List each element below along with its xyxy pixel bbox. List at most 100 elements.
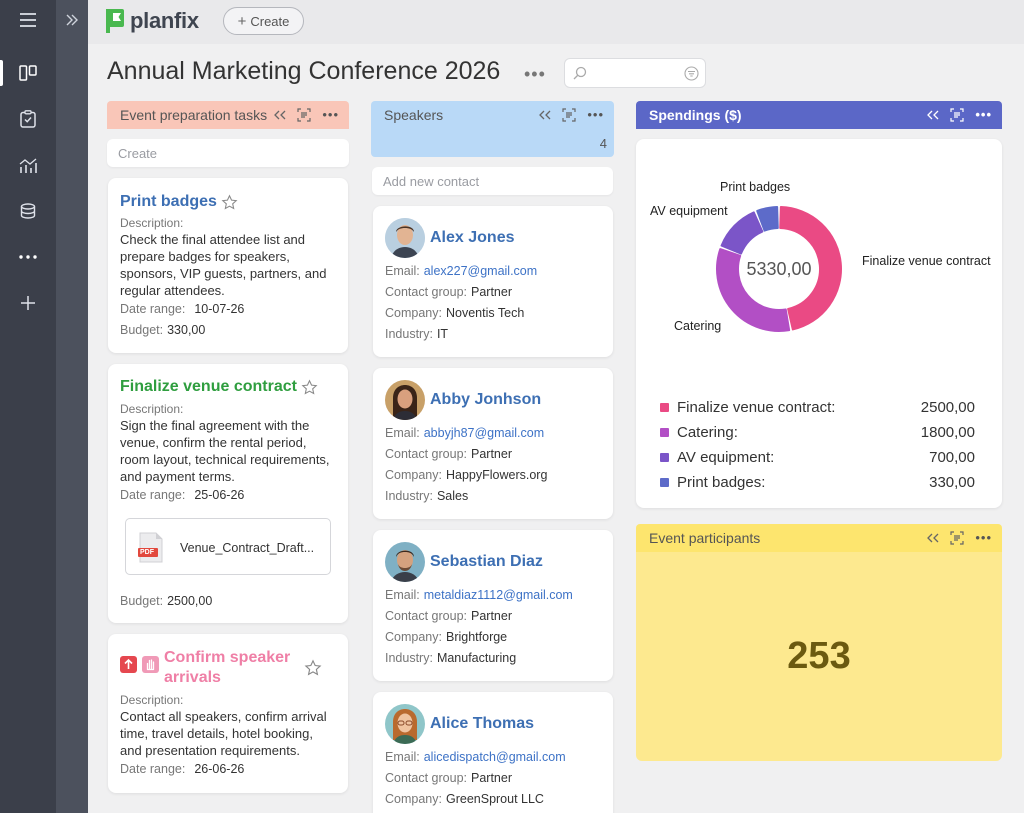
- legend-item: Finalize venue contract: 2500,00: [660, 399, 975, 416]
- legend-value: 1800,00: [920, 424, 975, 441]
- scan-icon[interactable]: [950, 530, 964, 545]
- budget-row: Budget: 330,00: [120, 323, 206, 337]
- task-card[interactable]: Print badges Description: Check the fina…: [108, 178, 348, 353]
- database-icon[interactable]: [16, 199, 40, 223]
- title-more-icon[interactable]: •••: [524, 64, 546, 85]
- more-icon[interactable]: [16, 245, 40, 269]
- column-more-icon[interactable]: •••: [322, 107, 339, 122]
- collapse-icon[interactable]: [274, 110, 286, 120]
- left-nav-rail: [0, 0, 56, 813]
- task-card[interactable]: Finalize venue contract Description: Sig…: [108, 364, 348, 623]
- legend-item: Print badges: 330,00: [660, 474, 975, 491]
- scan-icon[interactable]: [950, 107, 964, 122]
- task-card[interactable]: Confirm speaker arrivals Description: Co…: [108, 634, 348, 793]
- secondary-rail: [56, 0, 88, 813]
- task-title[interactable]: Print badges: [120, 192, 217, 212]
- slice-label: Catering: [674, 319, 721, 333]
- board-icon[interactable]: [16, 61, 40, 85]
- spendings-chart-card: Finalize venue contract Catering AV equipm…: [636, 139, 1002, 508]
- description-label: Description:: [120, 402, 184, 416]
- email-link[interactable]: metaldiaz1112@gmail.com: [424, 588, 573, 602]
- legend-value: 330,00: [929, 474, 975, 491]
- contact-name[interactable]: Abby Jonhson: [430, 391, 541, 409]
- add-contact-input[interactable]: Add new contact: [372, 167, 613, 195]
- tasks-icon[interactable]: [16, 107, 40, 131]
- donut-total-label: 5330,00: [746, 259, 811, 279]
- email-link[interactable]: alex227@gmail.com: [424, 264, 537, 278]
- column-title: Spendings ($): [649, 107, 742, 123]
- avatar: [385, 542, 425, 582]
- contact-name[interactable]: Sebastian Diaz: [430, 553, 543, 571]
- scan-icon[interactable]: [562, 107, 576, 122]
- legend-label: Print badges:: [677, 474, 766, 491]
- column-more-icon[interactable]: •••: [975, 107, 992, 122]
- company-row: Company: Noventis Tech: [385, 306, 525, 320]
- email-link[interactable]: alicedispatch@gmail.com: [424, 750, 566, 764]
- group-row: Contact group: Partner: [385, 285, 512, 299]
- collapse-icon[interactable]: [927, 533, 939, 543]
- contact-card[interactable]: Alex Jones Email: alex227@gmail.com Conta…: [373, 206, 613, 357]
- contact-card[interactable]: Alice Thomas Email: alicedispatch@gmail.c…: [373, 692, 613, 813]
- logo-icon: [106, 9, 124, 33]
- pdf-file-icon: PDF: [138, 532, 164, 563]
- star-icon[interactable]: [304, 659, 322, 677]
- star-icon[interactable]: [301, 379, 318, 396]
- attachment-file[interactable]: PDF Venue_Contract_Draft...: [125, 518, 331, 575]
- menu-icon[interactable]: [16, 8, 40, 32]
- filter-icon[interactable]: [684, 66, 699, 81]
- contact-card[interactable]: Sebastian Diaz Email: metaldiaz1112@gmail…: [373, 530, 613, 681]
- avatar: [385, 380, 425, 420]
- participants-panel: 253: [636, 552, 1002, 761]
- contact-name[interactable]: Alex Jones: [430, 229, 514, 247]
- industry-row: Industry: Manufacturing: [385, 651, 517, 665]
- column-title: Event preparation tasks: [120, 107, 268, 123]
- slice-label: Print badges: [720, 180, 790, 194]
- page-title: Annual Marketing Conference 2026: [107, 57, 501, 85]
- group-row: Contact group: Partner: [385, 447, 512, 461]
- industry-row: Industry: Sales: [385, 489, 469, 503]
- column-more-icon[interactable]: •••: [975, 530, 992, 545]
- column-header-spendings: Spendings ($) •••: [636, 101, 1002, 129]
- legend-swatch: [660, 453, 669, 462]
- email-row: Email: alicedispatch@gmail.com: [385, 750, 566, 764]
- task-description: Contact all speakers, confirm arrival ti…: [120, 709, 327, 758]
- date-range-row: Date range: 10-07-26: [120, 302, 245, 316]
- slice-label: AV equipment: [650, 204, 728, 218]
- group-row: Contact group: Partner: [385, 609, 512, 623]
- collapse-icon[interactable]: [539, 110, 551, 120]
- active-indicator: [0, 60, 3, 86]
- analytics-icon[interactable]: [16, 154, 40, 178]
- email-link[interactable]: abbyjh87@gmail.com: [424, 426, 544, 440]
- legend-swatch: [660, 403, 669, 412]
- email-row: Email: alex227@gmail.com: [385, 264, 538, 278]
- scan-icon[interactable]: [297, 107, 311, 122]
- task-description: Check the final attendee list and prepar…: [120, 232, 327, 298]
- search-input[interactable]: [564, 58, 706, 88]
- planfix-logo[interactable]: planfix: [106, 8, 199, 34]
- create-button[interactable]: + Create: [223, 7, 304, 35]
- company-row: Company: GreenSprout LLC: [385, 792, 544, 806]
- task-title[interactable]: Confirm speaker arrivals: [164, 648, 290, 688]
- task-title[interactable]: Finalize venue contract: [120, 377, 297, 397]
- donut-slice[interactable]: [720, 211, 764, 255]
- budget-row: Budget: 2500,00: [120, 594, 213, 608]
- contact-card[interactable]: Abby Jonhson Email: abbyjh87@gmail.com Co…: [373, 368, 613, 519]
- expand-panel-icon[interactable]: [62, 10, 82, 30]
- slice-label: Finalize venue contract: [862, 254, 991, 268]
- legend-label: Catering:: [677, 424, 738, 441]
- search-icon: [573, 66, 587, 80]
- add-icon[interactable]: [16, 291, 40, 315]
- create-task-input[interactable]: Create: [107, 139, 349, 167]
- company-row: Company: Brightforge: [385, 630, 508, 644]
- email-row: Email: metaldiaz1112@gmail.com: [385, 588, 573, 602]
- column-more-icon[interactable]: •••: [587, 107, 604, 122]
- donut-chart: Finalize venue contract Catering AV equipm…: [650, 180, 991, 333]
- logo-text: planfix: [130, 8, 199, 33]
- create-button-label: Create: [250, 13, 290, 29]
- collapse-icon[interactable]: [927, 110, 939, 120]
- contact-name[interactable]: Alice Thomas: [430, 715, 534, 733]
- star-icon[interactable]: [221, 194, 238, 211]
- avatar: [385, 218, 425, 258]
- description-label: Description:: [120, 693, 184, 707]
- column-title: Event participants: [649, 530, 761, 546]
